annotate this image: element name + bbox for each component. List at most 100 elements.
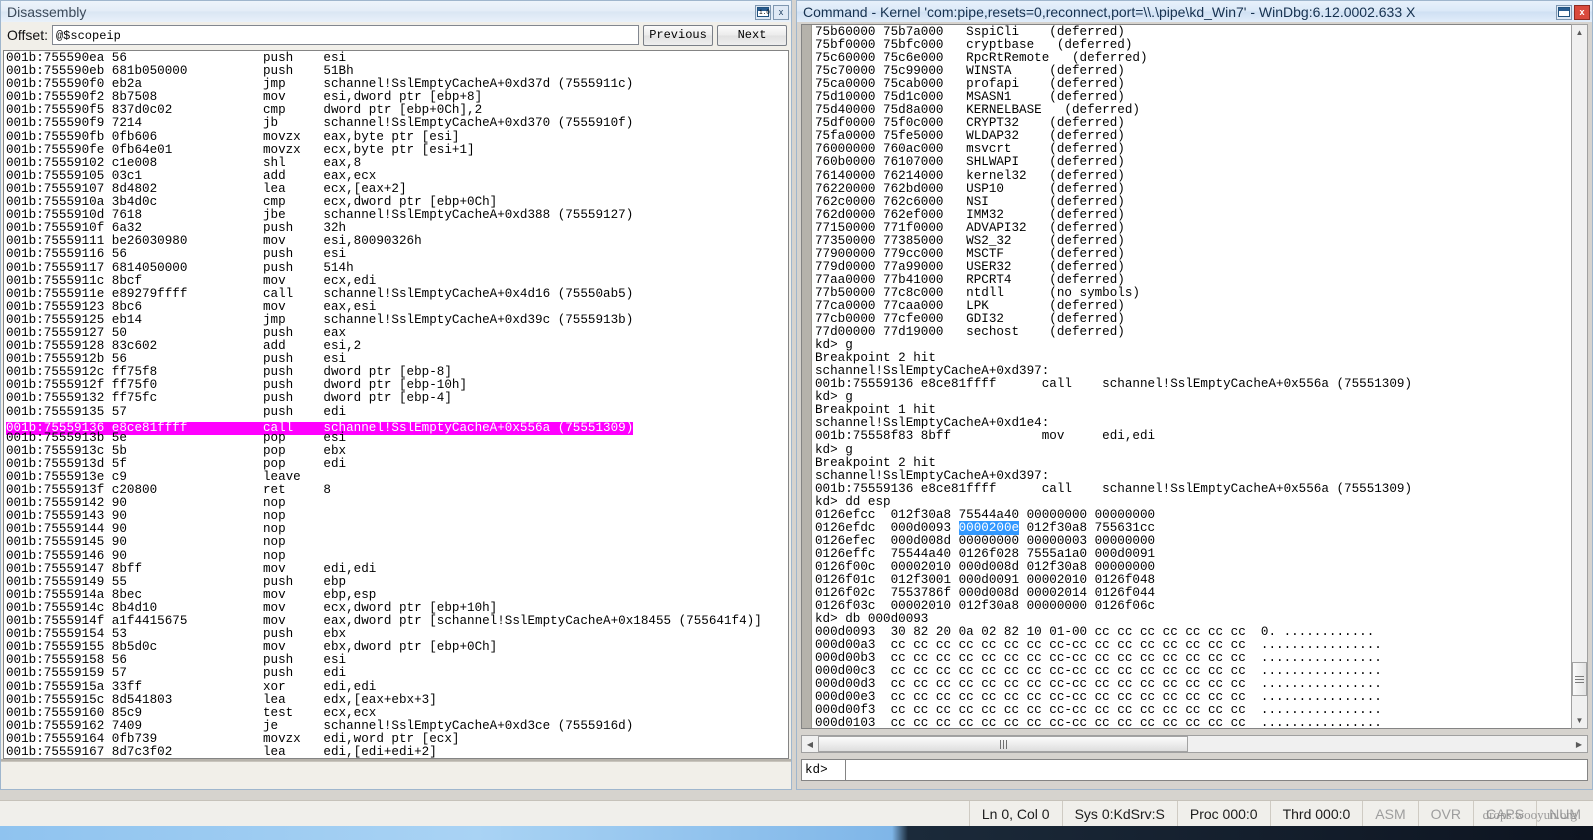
scroll-left-icon[interactable]: ◀	[802, 736, 818, 752]
offset-label: Offset:	[7, 27, 48, 43]
command-output-line: 76140000 76214000 kernel32 (deferred)	[815, 168, 1125, 183]
command-output-line: schannel!SslEmptyCacheA+0xd397:	[815, 468, 1050, 483]
scroll-down-icon[interactable]: ▼	[1572, 713, 1587, 728]
command-output-line: 77aa0000 77b41000 RPCRT4 (deferred)	[815, 272, 1125, 287]
disassembly-titlebar[interactable]: Disassembly 1.0 x	[0, 0, 792, 23]
command-output-line: 762d0000 762ef000 IMM32 (deferred)	[815, 207, 1125, 222]
command-output-line: 762c0000 762c6000 NSI (deferred)	[815, 194, 1125, 209]
disassembly-line: 001b:75559102 c1e008 shl eax,8	[6, 155, 362, 170]
command-titlebar[interactable]: Command - Kernel 'com:pipe,resets=0,reco…	[796, 0, 1593, 23]
command-output-line: 77150000 771f0000 ADVAPI32 (deferred)	[815, 220, 1125, 235]
disassembly-line: 001b:75559162 7409 je schannel!SslEmptyC…	[6, 718, 634, 733]
disassembly-line: 001b:75559135 57 push edi	[6, 404, 347, 419]
disassembly-line: 001b:755590fb 0fb606 movzx eax,byte ptr …	[6, 129, 460, 144]
disassembly-line: 001b:755590fe 0fb64e01 movzx ecx,byte pt…	[6, 142, 475, 157]
command-output-line: 760b0000 76107000 SHLWAPI (deferred)	[815, 155, 1125, 170]
command-output-panel[interactable]: 75b60000 75b7a000 SspiCli (deferred) 75bf…	[801, 24, 1588, 729]
disassembly-line: 001b:75559146 90 nop	[6, 548, 286, 563]
command-output-selected-line: 0126efdc 000d0093 0000200e 012f30a8 7556…	[815, 520, 1587, 535]
restore-icon[interactable]: 1.0	[755, 4, 771, 20]
status-bar-cell: Ln 0, Col 0	[968, 801, 1062, 826]
disassembly-window: Disassembly 1.0 x Offset: @$scopeip Prev…	[0, 0, 792, 790]
command-prompt-label: kd>	[801, 759, 845, 781]
command-output-line: 779d0000 77a99000 USER32 (deferred)	[815, 259, 1125, 274]
status-bar-cell: NUM	[1536, 801, 1593, 826]
selected-value[interactable]: 0000200e	[958, 520, 1020, 535]
command-output-line: 0126f00c 00002010 000d008d 012f30a8 0000…	[815, 559, 1156, 574]
scroll-right-icon[interactable]: ▶	[1571, 736, 1587, 752]
offset-toolbar: Offset: @$scopeip Previous Next	[1, 22, 791, 48]
windbg-application: Disassembly 1.0 x Offset: @$scopeip Prev…	[0, 0, 1593, 840]
command-output-gutter	[802, 25, 812, 728]
disassembly-line: 001b:7555915c 8d541803 lea edx,[eax+ebx+…	[6, 692, 437, 707]
disassembly-current-line-row[interactable]: 001b:75559136 e8ce81ffff call schannel!S…	[6, 419, 788, 435]
disassembly-line: 001b:75559147 8bff mov edi,edi	[6, 561, 377, 576]
disassembly-code-area[interactable]: 001b:755590ea 56 push esi 001b:755590eb 6…	[3, 50, 789, 759]
disassembly-code-lines: 001b:755590ea 56 push esi 001b:755590eb 6…	[4, 51, 788, 759]
command-output-line: Breakpoint 2 hit	[815, 455, 936, 470]
command-prompt-row: kd>	[801, 759, 1588, 781]
disassembly-line: 001b:7555911c 8bcf mov ecx,edi	[6, 273, 377, 288]
command-horizontal-scrollbar[interactable]: ◀ ▶	[801, 735, 1588, 753]
command-output-line: 77350000 77385000 WS2_32 (deferred)	[815, 233, 1125, 248]
restore-icon[interactable]	[1556, 4, 1572, 20]
status-bar-cell: Proc 000:0	[1176, 801, 1270, 826]
command-window-buttons: x	[1556, 4, 1590, 20]
command-output-line: 0126effc 75544a40 0126f028 7555a1a0 000d…	[815, 546, 1156, 561]
close-icon[interactable]: x	[1574, 4, 1590, 20]
status-bar-cell: CAPS	[1472, 801, 1536, 826]
status-bar-cell: Sys 0:KdSrv:S	[1061, 801, 1177, 826]
command-input[interactable]	[845, 759, 1588, 781]
command-output-after-selection: 0126efec 000d008d 00000000 00000003 0000…	[815, 533, 1587, 728]
command-output-line: 0126efec 000d008d 00000000 00000003 0000…	[815, 533, 1156, 548]
disassembly-line: 001b:75559164 0fb739 movzx edi,word ptr …	[6, 731, 460, 746]
command-output-text: 75b60000 75b7a000 SspiCli (deferred) 75bf…	[812, 25, 1587, 728]
disassembly-line: 001b:7555913c 5b pop ebx	[6, 443, 347, 458]
disassembly-line: 001b:75559167 8d7c3f02 lea edi,[edi+edi+…	[6, 744, 437, 759]
disassembly-title: Disassembly	[7, 4, 87, 20]
next-button[interactable]: Next	[717, 24, 787, 46]
disassembly-line: 001b:7555915a 33ff xor edi,edi	[6, 679, 377, 694]
disassembly-line: 001b:75559116 56 push esi	[6, 247, 347, 262]
status-bar-cell: Thrd 000:0	[1269, 801, 1363, 826]
disassembly-line: 001b:75559145 90 nop	[6, 535, 286, 550]
close-icon[interactable]: x	[773, 4, 789, 20]
disassembly-body: Offset: @$scopeip Previous Next 001b:755…	[0, 22, 792, 790]
command-output-line: 000d0103 cc cc cc cc cc cc cc cc-cc cc c…	[815, 716, 1382, 728]
status-bar-filler	[0, 801, 969, 826]
selection-suffix: 012f30a8 755631cc	[1019, 520, 1156, 535]
vertical-scroll-thumb[interactable]	[1572, 662, 1587, 696]
command-output-before-selection: 75b60000 75b7a000 SspiCli (deferred) 75bf…	[815, 25, 1587, 522]
disassembly-line: 001b:75559117 6814050000 push 514h	[6, 260, 354, 275]
selection-prefix: 0126efdc 000d0093	[815, 520, 959, 535]
disassembly-line: 001b:75559125 eb14 jmp schannel!SslEmpty…	[6, 312, 634, 327]
status-bar-cell: ASM	[1362, 801, 1417, 826]
command-body: 75b60000 75b7a000 SspiCli (deferred) 75bf…	[796, 22, 1593, 790]
disassembly-status-strip	[1, 761, 791, 789]
disassembly-line: 001b:75559132 ff75fc push dword ptr [ebp…	[6, 391, 452, 406]
command-window: Command - Kernel 'com:pipe,resets=0,reco…	[796, 0, 1593, 790]
disassembly-line: 001b:75559105 03c1 add eax,ecx	[6, 168, 377, 183]
command-output-line: 77900000 779cc000 MSCTF (deferred)	[815, 246, 1125, 261]
disassembly-window-buttons: 1.0 x	[755, 4, 789, 20]
disassembly-lines-before: 001b:755590ea 56 push esi 001b:755590eb 6…	[6, 51, 788, 419]
status-bar-cell: OVR	[1417, 801, 1473, 826]
scroll-up-icon[interactable]: ▲	[1572, 25, 1587, 40]
offset-input[interactable]: @$scopeip	[51, 25, 639, 45]
command-output-line: 001b:75559136 e8ce81ffff call schannel!S…	[815, 377, 1413, 392]
command-output-line: 77d00000 77d19000 sechost (deferred)	[815, 325, 1125, 340]
command-output-line: kd> dd esp	[815, 494, 891, 509]
horizontal-scroll-track[interactable]	[818, 736, 1571, 752]
previous-button[interactable]: Previous	[643, 24, 713, 46]
taskbar	[0, 826, 1593, 840]
disassembly-line: 001b:75559159 57 push edi	[6, 666, 347, 681]
command-vertical-scrollbar[interactable]: ▲ ▼	[1571, 24, 1588, 729]
disassembly-line: 001b:75559123 8bc6 mov eax,esi	[6, 299, 377, 314]
disassembly-line: 001b:75559160 85c9 test ecx,ecx	[6, 705, 377, 720]
command-output-line: 001b:75559136 e8ce81ffff call schannel!S…	[815, 481, 1413, 496]
command-title: Command - Kernel 'com:pipe,resets=0,reco…	[803, 4, 1416, 20]
disassembly-line: 001b:7555914a 8bec mov ebp,esp	[6, 587, 377, 602]
disassembly-line: 001b:755590f9 7214 jb schannel!SslEmptyC…	[6, 116, 634, 131]
horizontal-scroll-thumb[interactable]	[818, 736, 1188, 752]
disassembly-lines-after: 001b:7555913b 5e pop esi 001b:7555913c 5b…	[6, 431, 788, 759]
